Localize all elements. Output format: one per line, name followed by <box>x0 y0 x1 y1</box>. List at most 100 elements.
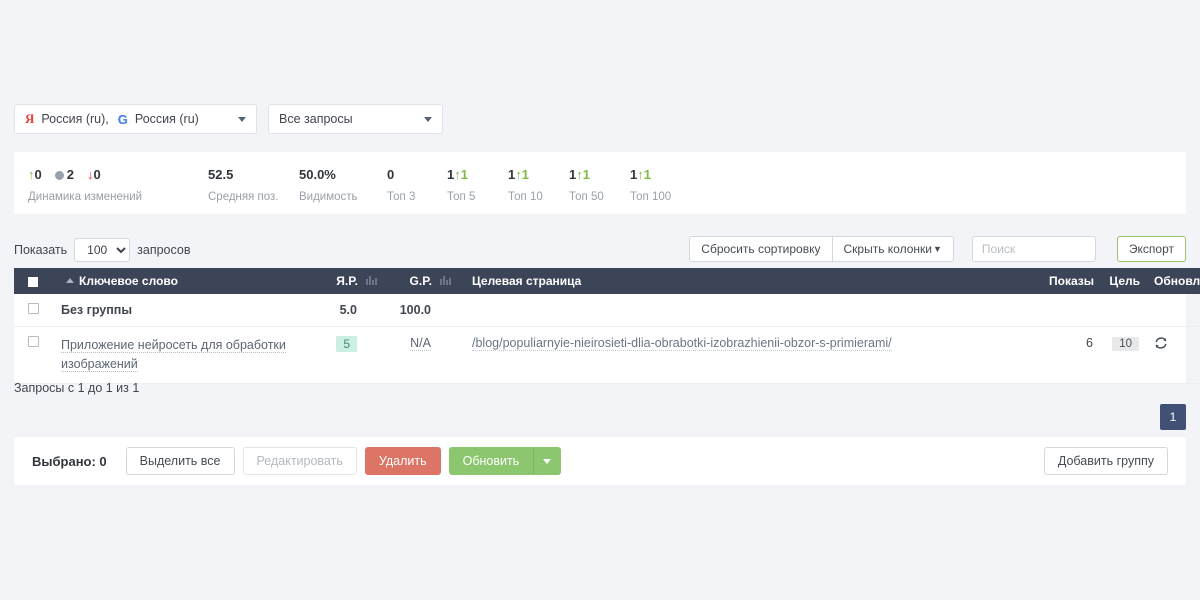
edit-button[interactable]: Редактировать <box>242 447 357 475</box>
page-size-select[interactable]: 100 <box>74 238 131 262</box>
bar-chart-icon <box>365 274 377 288</box>
page-size-control: Показать 100 запросов <box>14 238 190 262</box>
group-row-updated <box>1140 294 1200 327</box>
header-yandex-position[interactable]: Я.P. <box>310 268 358 294</box>
yandex-region-label: Россия (ru), <box>41 112 109 126</box>
group-row-impressions <box>1032 294 1094 327</box>
dot-icon <box>54 171 64 181</box>
stat-top50-label: Топ 50 <box>569 191 604 203</box>
select-all-button[interactable]: Выделить все <box>125 447 235 475</box>
query-group-label: Все запросы <box>279 112 353 126</box>
row-updated-cell <box>1140 326 1200 384</box>
header-impressions[interactable]: Показы <box>1032 268 1094 294</box>
google-region-label: Россия (ru) <box>134 112 199 126</box>
add-group-button[interactable]: Добавить группу <box>1043 447 1168 475</box>
yandex-chart-toggle[interactable] <box>358 268 384 294</box>
group-row-checkbox-cell[interactable] <box>14 294 60 327</box>
stat-top3-value: 0 <box>387 167 395 182</box>
table-row: Приложение нейросеть для обработки изобр… <box>14 326 1200 384</box>
stats-card: ↑0 2 ↓0 Динамика изменений 52.5 Средняя по… <box>14 152 1186 214</box>
keyword-tracking-page: Я Россия (ru), G Россия (ru) Все запросы… <box>0 0 1200 600</box>
stat-dynamics: ↑0 2 ↓0 Динамика изменений <box>28 166 208 203</box>
stat-top100-value: 1↑1 <box>630 167 651 182</box>
table-header-row: Ключевое слово Я.P. G.P. Целевая страниц… <box>14 268 1200 294</box>
stat-top100: 1↑1 Топ 100 <box>630 166 671 203</box>
export-button[interactable]: Экспорт <box>1116 236 1186 262</box>
header-target-page[interactable]: Целевая страница <box>458 268 1032 294</box>
table-toolbar: Показать 100 запросов Сбросить сортировк… <box>14 236 1186 264</box>
select-all-header[interactable] <box>14 268 60 294</box>
query-group-select[interactable]: Все запросы <box>268 104 443 134</box>
pagination-info: Запросы с 1 до 1 из 1 <box>14 381 140 395</box>
stat-top3: 0 Топ 3 <box>387 166 447 203</box>
yandex-position-badge: 5 <box>336 336 357 352</box>
row-checkbox-cell[interactable] <box>14 326 60 384</box>
page-size-prefix-label: Показать <box>14 243 68 257</box>
bulk-actions-card: Выбрано: 0 Выделить все Редактировать Уд… <box>14 437 1186 485</box>
stat-visibility: 50.0% Видимость <box>299 166 387 203</box>
group-row-goal <box>1094 294 1140 327</box>
row-impressions-cell: 6 <box>1032 326 1094 384</box>
target-page-link[interactable]: /blog/populiarnyie-nieirosieti-dlia-obra… <box>472 336 892 351</box>
header-yandex-position-label: Я.P. <box>336 274 358 288</box>
stat-top100-label: Топ 100 <box>630 191 672 203</box>
header-updated-label: Обновлено <box>1154 274 1200 288</box>
group-row-google-icon-cell <box>432 294 458 327</box>
row-yandex-position-cell: 5 <box>310 326 358 384</box>
header-google-position[interactable]: G.P. <box>384 268 432 294</box>
checkbox-icon[interactable] <box>28 303 39 314</box>
header-google-position-label: G.P. <box>409 274 432 288</box>
update-button[interactable]: Обновить <box>448 447 534 475</box>
update-dropdown-button[interactable] <box>533 447 562 475</box>
stat-top10-value: 1↑1 <box>508 167 529 182</box>
stat-top50-value: 1↑1 <box>569 167 590 182</box>
refresh-icon[interactable] <box>1154 336 1168 353</box>
group-row-target-page <box>458 294 1032 327</box>
stat-avg-position-value: 52.5 <box>208 167 234 182</box>
google-chart-toggle[interactable] <box>432 268 458 294</box>
row-yandex-icon-cell <box>358 326 384 384</box>
chevron-down-icon: ▼ <box>932 244 942 254</box>
group-row-google-avg: 100.0 <box>384 294 432 327</box>
stat-top3-label: Топ 3 <box>387 191 416 203</box>
pagination-page-1[interactable]: 1 <box>1160 404 1186 430</box>
stat-dynamics-label: Динамика изменений <box>28 191 143 203</box>
stat-dynamics-value: ↑0 2 ↓0 <box>28 167 101 182</box>
delete-button[interactable]: Удалить <box>364 447 441 475</box>
chevron-down-icon <box>543 458 552 464</box>
header-updated[interactable]: Обновлено <box>1140 268 1200 294</box>
row-target-page-cell: /blog/populiarnyie-nieirosieti-dlia-obra… <box>458 326 1032 384</box>
hide-columns-button[interactable]: Скрыть колонки ▼ <box>832 236 954 262</box>
selected-count-label: Выбрано: 0 <box>32 453 107 469</box>
stat-avg-position-label: Средняя поз. <box>208 191 279 203</box>
stat-top5-label: Топ 5 <box>447 191 476 203</box>
header-goal[interactable]: Цель <box>1094 268 1140 294</box>
yandex-icon: Я <box>25 111 35 126</box>
row-google-position-cell: N/A <box>384 326 432 384</box>
row-keyword-cell: Приложение нейросеть для обработки изобр… <box>60 326 310 384</box>
google-position-value: N/A <box>410 336 431 351</box>
header-target-page-label: Целевая страница <box>472 274 582 288</box>
header-goal-label: Цель <box>1109 274 1140 288</box>
stat-top5-value: 1↑1 <box>447 167 468 182</box>
checkbox-icon[interactable] <box>28 276 38 287</box>
search-engine-select[interactable]: Я Россия (ru), G Россия (ru) <box>14 104 257 134</box>
bar-chart-icon <box>439 274 451 288</box>
search-input[interactable] <box>971 236 1096 262</box>
group-row-yandex-icon-cell <box>358 294 384 327</box>
reset-sort-button[interactable]: Сбросить сортировку <box>689 236 833 262</box>
table-group-row: Без группы 5.0 100.0 <box>14 294 1200 327</box>
hide-columns-label: Скрыть колонки <box>843 242 932 256</box>
row-goal-cell: 10 <box>1094 326 1140 384</box>
chevron-down-icon <box>424 116 432 122</box>
row-keyword-text[interactable]: Приложение нейросеть для обработки изобр… <box>61 338 286 372</box>
stat-top50: 1↑1 Топ 50 <box>569 166 630 203</box>
stat-visibility-value: 50.0% <box>299 167 336 182</box>
group-row-yandex-avg: 5.0 <box>310 294 358 327</box>
checkbox-icon[interactable] <box>28 336 39 347</box>
stat-top10: 1↑1 Топ 10 <box>508 166 569 203</box>
header-keyword[interactable]: Ключевое слово <box>60 268 310 294</box>
header-impressions-label: Показы <box>1049 274 1094 288</box>
goal-badge[interactable]: 10 <box>1112 337 1139 351</box>
google-icon: G <box>117 111 128 127</box>
